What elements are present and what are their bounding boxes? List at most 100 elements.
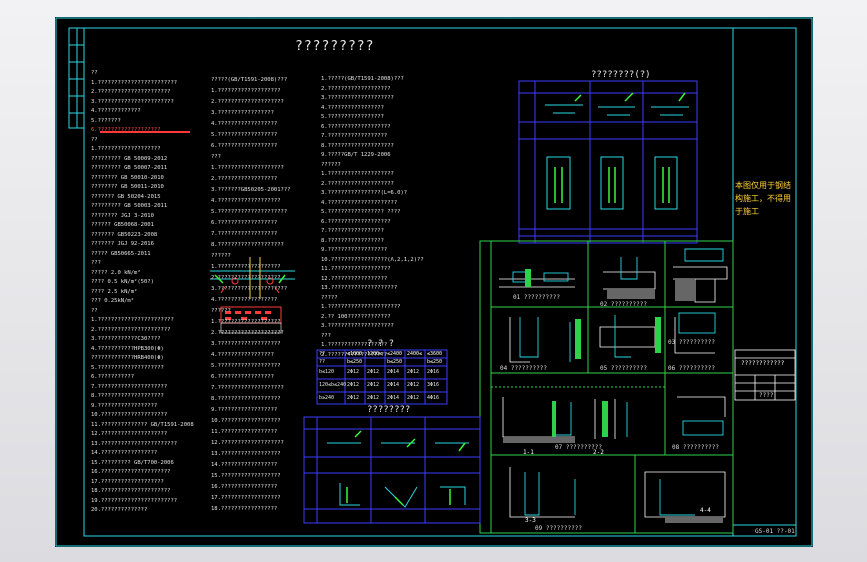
note-line: 7.???????????????????? [211, 385, 284, 391]
note-line: 12.????????????????? [321, 275, 388, 282]
note-line: ???????? GB 50010-2010 [91, 174, 164, 181]
note-line: 4.??????????????????? [211, 198, 281, 204]
note-line: ?????(GB/T1591-2008)??? [211, 77, 288, 83]
note-line: 4.????????????????? [321, 104, 384, 111]
note-line: 3.??????????????????? [211, 341, 281, 347]
note-line: 4.???????????HPB300(Φ) [91, 345, 164, 352]
table-cell: 2Φ12 [407, 382, 420, 388]
note-line: 14.????????????????? [91, 450, 158, 456]
note-line: 2.?????????????????????? [91, 89, 171, 95]
table-cell: ?? [319, 359, 326, 365]
note-line: 9.?????????????????? [211, 407, 278, 413]
note-line: ?????????????HRB400(Φ) [91, 355, 164, 361]
note-line: ??????? GB 50204-2015 [91, 193, 161, 200]
note-line: 10.?????????????????(Λ,2,1,2)?? [321, 256, 424, 263]
note-line: 1.?????????????????????? [321, 304, 401, 310]
note-line: ?????? [211, 253, 231, 259]
cut-label-2: 2-2 [593, 449, 604, 456]
section-label-04: 04 ?????????? [500, 365, 547, 372]
note-line: 3.????????????????(L=6.0)? [321, 190, 408, 196]
table-cell: 2Φ16 [427, 369, 440, 375]
note-line: 4.????????????????????? [321, 199, 398, 206]
note-line: 7.?????????????????? [211, 231, 278, 237]
note-line: 6.??????????????????? [91, 127, 161, 133]
note-line: ??? [91, 260, 101, 266]
note-line: 5.????????????????? [321, 114, 384, 120]
note-line: ??? [211, 154, 221, 160]
note-line: 11.?????????????? GB/T1591-2008 [91, 421, 194, 428]
table-cell: 2Φ12 [347, 369, 360, 375]
note-line: 2.???????????????????? [211, 330, 284, 336]
note-line: 6.??????????????????? [321, 218, 391, 225]
note-line: 5.????????????????? ???? [321, 209, 401, 215]
table-cell: 2Φ12 [367, 395, 380, 401]
note-line: 18.????????????????????? [91, 488, 171, 494]
note-line: 7.?????????????????? [321, 133, 388, 139]
project-name: ???????????? [741, 360, 785, 367]
note-line: 17.??????????????????? [91, 478, 164, 485]
table-cell: 2Φ12 [407, 369, 420, 375]
note-line: ????? GB50665-2011 [91, 250, 151, 257]
table-cell: 3Φ16 [427, 382, 440, 388]
note-line: ????????? GB 50007-2011 [91, 165, 168, 171]
table-cell: 2Φ14 [387, 382, 400, 388]
table-cell: b≥240 [319, 395, 335, 401]
section-label-05: 05 ?????????? [600, 365, 647, 372]
note-line: 2.?? 100????????????? [321, 313, 391, 320]
note-line: ??????? GB50223-2008 [91, 231, 158, 238]
note-line: 4.????????????? [91, 108, 141, 114]
note-line: 16.????????????????????? [91, 469, 171, 475]
footer-label: GS-01 ??-01 [755, 528, 795, 535]
table-cell: 2Φ14 [387, 369, 400, 375]
note-line: 12.???????????????????? [91, 431, 168, 437]
note-line: 7.????????????????????? [91, 383, 168, 390]
note-line: ?? [91, 307, 98, 314]
note-line: 6.?????????????????? [211, 220, 278, 226]
note-line: 15.????????? GB/T700-2006 [91, 459, 174, 466]
note-line: 1.???????????????????????? [91, 79, 178, 86]
viewport[interactable]: ????????? ????????(?) ? ? ? ???????? 本图仅… [0, 0, 867, 562]
table-cell: 2Φ12 [347, 395, 360, 401]
table-cell: 2Φ12 [407, 395, 420, 401]
note-line: 3.??????????????????????? [91, 98, 174, 105]
note-line: 1.???????????????????? [321, 171, 394, 177]
note-line: 1.?????(GB/T1591-2008)??? [321, 76, 404, 82]
note-line: 13.???????????????????? [321, 285, 398, 291]
note-line: 1.??????????????????? [211, 319, 281, 325]
note-line: 8.??????????????????? [211, 396, 281, 402]
note-line: 6.??????????? [91, 374, 135, 380]
note-line: 8.????????????????? [321, 237, 384, 244]
cut-label-3: 3-3 [525, 517, 536, 524]
table-cell: b≤250 [387, 359, 403, 365]
table-cell: 2400≤ [407, 351, 423, 357]
detail-title-bottom: ???????? [367, 405, 411, 415]
cut-label-4: 4-4 [700, 507, 711, 514]
note-line: 6.??????????????????? [321, 123, 391, 130]
note-line: ??? [321, 332, 331, 339]
note-line: 1.??????????????????? [91, 146, 161, 152]
note-line: 8.???????????????????? [211, 242, 284, 248]
sheet-number: ???? [759, 392, 774, 399]
note-line: 3.????????????C30???? [91, 336, 161, 342]
note-line: 3.????????????????????? [211, 286, 288, 292]
table-cell: 4Φ16 [427, 395, 440, 401]
note-line: ????????? GB 50009-2012 [91, 155, 168, 162]
note-line: 4.?????????????????? [211, 297, 278, 303]
note-line: 3.???????????????????? [321, 95, 394, 101]
note-line: 1.??????????????????????? [91, 317, 174, 323]
note-line: ?????? [211, 308, 231, 314]
section-label-08: 08 ?????????? [672, 444, 719, 451]
note-line: ?????? GB50068-2001 [91, 222, 154, 228]
table-cell: ≤3600 [427, 351, 443, 357]
note-line: 1.??????????????????? [211, 88, 281, 94]
note-line: 2.??????????????????? [321, 85, 391, 92]
note-line: 12.??????????????????? [211, 440, 284, 446]
note-line: 15.?????????????????? [211, 473, 281, 479]
note-line: 3.????????????????? [211, 110, 274, 116]
section-label-01: 01 ?????????? [513, 294, 560, 301]
note-line: ???? 0.5 kN/m²(50?) [91, 279, 154, 285]
note-line: 2.?????????????????????? [91, 326, 171, 333]
note-line: 16.????????????????? [211, 484, 278, 490]
rebar-table: ?? ≤1000 1200≤ ≤2400 2400≤ ≤3600?? b≤250 b≤250 b… [317, 350, 447, 404]
drawing-sheet[interactable]: ????????? ????????(?) ? ? ? ???????? 本图仅… [55, 17, 813, 547]
